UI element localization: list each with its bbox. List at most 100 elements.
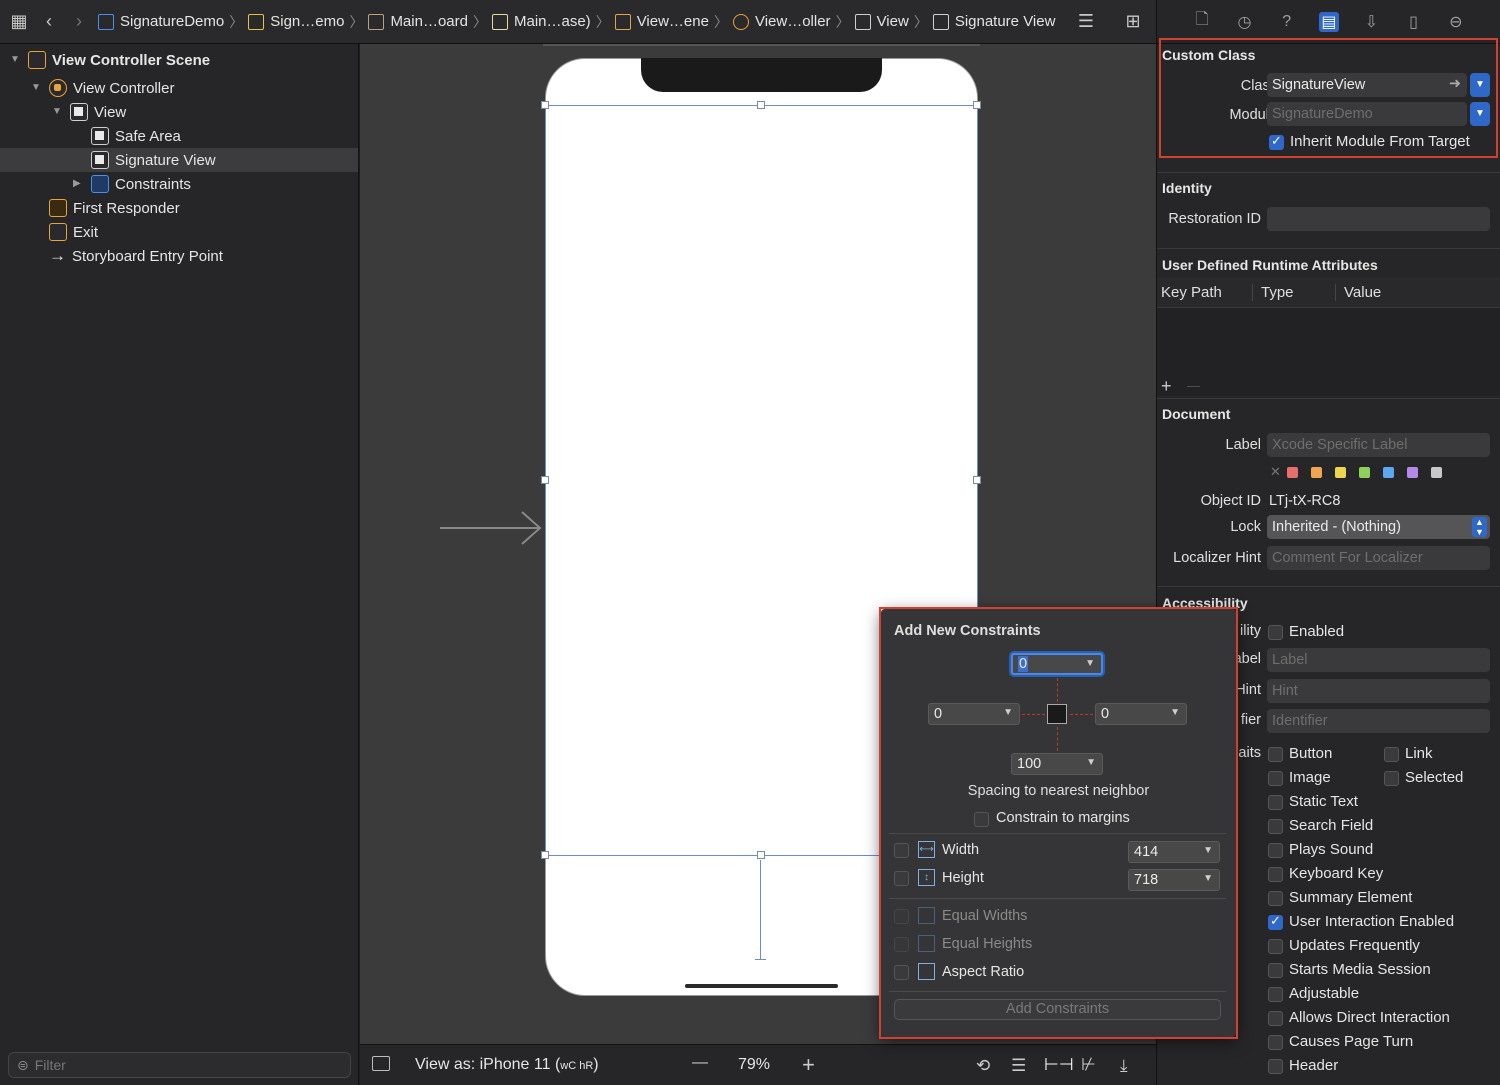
divider [1157, 248, 1500, 249]
outline-item[interactable]: ▶ Constraints [0, 172, 358, 196]
breadcrumb-item[interactable]: Main…ase) 〉 [491, 12, 615, 32]
color-label-swatch[interactable] [1335, 467, 1346, 478]
view-icon [70, 103, 88, 121]
divider [1157, 398, 1500, 399]
col-type[interactable]: Type [1252, 284, 1294, 301]
color-label-swatch[interactable] [1359, 467, 1370, 478]
outline-item[interactable]: ▼ View [0, 100, 358, 124]
breadcrumb-item[interactable]: Main…oard 〉 [368, 12, 492, 32]
resize-handle[interactable] [757, 851, 765, 859]
trait-checkbox[interactable] [1268, 913, 1283, 930]
trait-checkbox[interactable] [1384, 747, 1399, 762]
trait-checkbox[interactable] [1268, 1011, 1283, 1026]
add-attribute-button[interactable]: + [1161, 376, 1172, 397]
breadcrumb-label: SignatureDemo [120, 13, 225, 30]
filter-icon: ⊜ [17, 1056, 29, 1073]
accessibility-field[interactable]: Label [1267, 648, 1490, 672]
embed-in-icon[interactable]: ⤓ [1120, 1056, 1128, 1076]
view-as-label[interactable]: View as: iPhone 11 (wC hR) [415, 1056, 599, 1074]
localizer-hint-field[interactable]: Comment For Localizer [1267, 546, 1490, 570]
trait-checkbox[interactable] [1268, 843, 1283, 858]
breadcrumb-item[interactable]: Signature View [932, 13, 1055, 30]
resize-handle[interactable] [757, 101, 765, 109]
grid-icon[interactable]: ▦ [8, 11, 30, 33]
resize-handle[interactable] [541, 851, 549, 859]
remove-attribute-button[interactable]: — [1187, 378, 1200, 393]
back-icon[interactable]: ‹ [38, 11, 60, 33]
outline-item[interactable]: ▼ View Controller Scene [0, 48, 358, 72]
breadcrumb-item[interactable]: Sign…emo 〉 [248, 12, 368, 32]
disclosure-expanded-icon[interactable]: ▼ [10, 55, 20, 65]
resize-handle[interactable] [973, 476, 981, 484]
color-label-swatch[interactable] [1383, 467, 1394, 478]
trait-checkbox[interactable] [1268, 795, 1283, 810]
zoom-in-button[interactable]: + [802, 1052, 815, 1078]
breadcrumb-item[interactable]: View…oller 〉 [732, 12, 855, 32]
clear-color-icon[interactable]: ✕ [1270, 464, 1281, 480]
color-label-swatch[interactable] [1287, 467, 1298, 478]
view-as-end: ) [593, 1056, 599, 1073]
breadcrumb-item[interactable]: View…ene 〉 [614, 12, 733, 32]
add-editor-icon[interactable]: ⊞ [1122, 10, 1144, 32]
trait-checkbox[interactable] [1268, 987, 1283, 1002]
trait-checkbox[interactable] [1268, 939, 1283, 954]
trait-label: Keyboard Key [1289, 865, 1384, 882]
resolve-issues-icon[interactable]: ⊬ [1081, 1055, 1096, 1075]
filter-input[interactable]: ⊜ Filter [8, 1052, 351, 1078]
help-inspector-icon[interactable]: ? [1277, 12, 1297, 32]
color-label-swatch[interactable] [1311, 467, 1322, 478]
disclosure-expanded-icon[interactable]: ▼ [31, 83, 41, 93]
trait-checkbox[interactable] [1384, 771, 1399, 786]
chevron-right-icon: 〉 [913, 13, 928, 30]
zoom-level: 79% [738, 1056, 771, 1073]
align-icon[interactable]: ☰ [1011, 1056, 1026, 1076]
size-inspector-icon[interactable]: ▯ [1404, 12, 1424, 32]
outline-item[interactable]: Exit [0, 220, 358, 244]
breadcrumb-item[interactable]: SignatureDemo 〉 [98, 12, 248, 32]
lock-popup[interactable]: Inherited - (Nothing) ▲ ▼ [1267, 515, 1490, 539]
add-constraints-icon[interactable]: ⊢⊣ [1044, 1055, 1074, 1075]
trait-checkbox[interactable] [1268, 1059, 1283, 1074]
accessibility-enabled-checkbox[interactable] [1268, 625, 1283, 640]
view-icon [932, 13, 949, 30]
history-inspector-icon[interactable]: ◷ [1234, 12, 1254, 32]
list-icon[interactable]: ☰ [1075, 10, 1097, 32]
doc-label-field[interactable]: Xcode Specific Label [1267, 433, 1490, 457]
identity-inspector-icon[interactable]: ▤ [1318, 11, 1339, 32]
trait-checkbox[interactable] [1268, 1035, 1283, 1050]
disclosure-expanded-icon[interactable]: ▼ [52, 107, 62, 117]
entry-point-arrow-icon[interactable] [440, 510, 544, 546]
outline-item[interactable]: → Storyboard Entry Point [0, 244, 358, 268]
connections-inspector-icon[interactable]: ⊖ [1446, 12, 1466, 32]
accessibility-field[interactable]: Hint [1267, 679, 1490, 703]
col-keypath[interactable]: Key Path [1161, 284, 1222, 301]
trait-checkbox[interactable] [1268, 819, 1283, 834]
zoom-out-button[interactable]: — [692, 1054, 708, 1072]
col-value[interactable]: Value [1335, 284, 1381, 301]
trait-checkbox[interactable] [1268, 771, 1283, 786]
forward-icon[interactable]: › [68, 11, 90, 33]
outline-item[interactable]: Safe Area [0, 124, 358, 148]
toggle-outline-icon[interactable] [372, 1056, 390, 1071]
resize-handle[interactable] [541, 101, 549, 109]
trait-checkbox[interactable] [1268, 891, 1283, 906]
accessibility-field[interactable]: Identifier [1267, 709, 1490, 733]
trait-checkbox[interactable] [1268, 747, 1283, 762]
attributes-inspector-icon[interactable]: ⇩ [1361, 12, 1381, 32]
update-frames-icon[interactable]: ⟲ [976, 1056, 990, 1076]
trait-checkbox[interactable] [1268, 963, 1283, 978]
color-label-swatch[interactable] [1407, 467, 1418, 478]
outline-item[interactable]: ▼ View Controller [0, 76, 358, 100]
file-inspector-icon[interactable]: 🗋 [1192, 11, 1212, 32]
resize-handle[interactable] [541, 476, 549, 484]
filter-placeholder: Filter [34, 1057, 66, 1073]
color-label-swatch[interactable] [1431, 467, 1442, 478]
trait-checkbox[interactable] [1268, 867, 1283, 882]
restoration-id-field[interactable] [1267, 207, 1490, 231]
outline-item[interactable]: Signature View [0, 148, 358, 172]
disclosure-collapsed-icon[interactable]: ▶ [73, 179, 83, 189]
breadcrumb-item[interactable]: View 〉 [854, 12, 933, 32]
resize-handle[interactable] [973, 101, 981, 109]
outline-item[interactable]: First Responder [0, 196, 358, 220]
